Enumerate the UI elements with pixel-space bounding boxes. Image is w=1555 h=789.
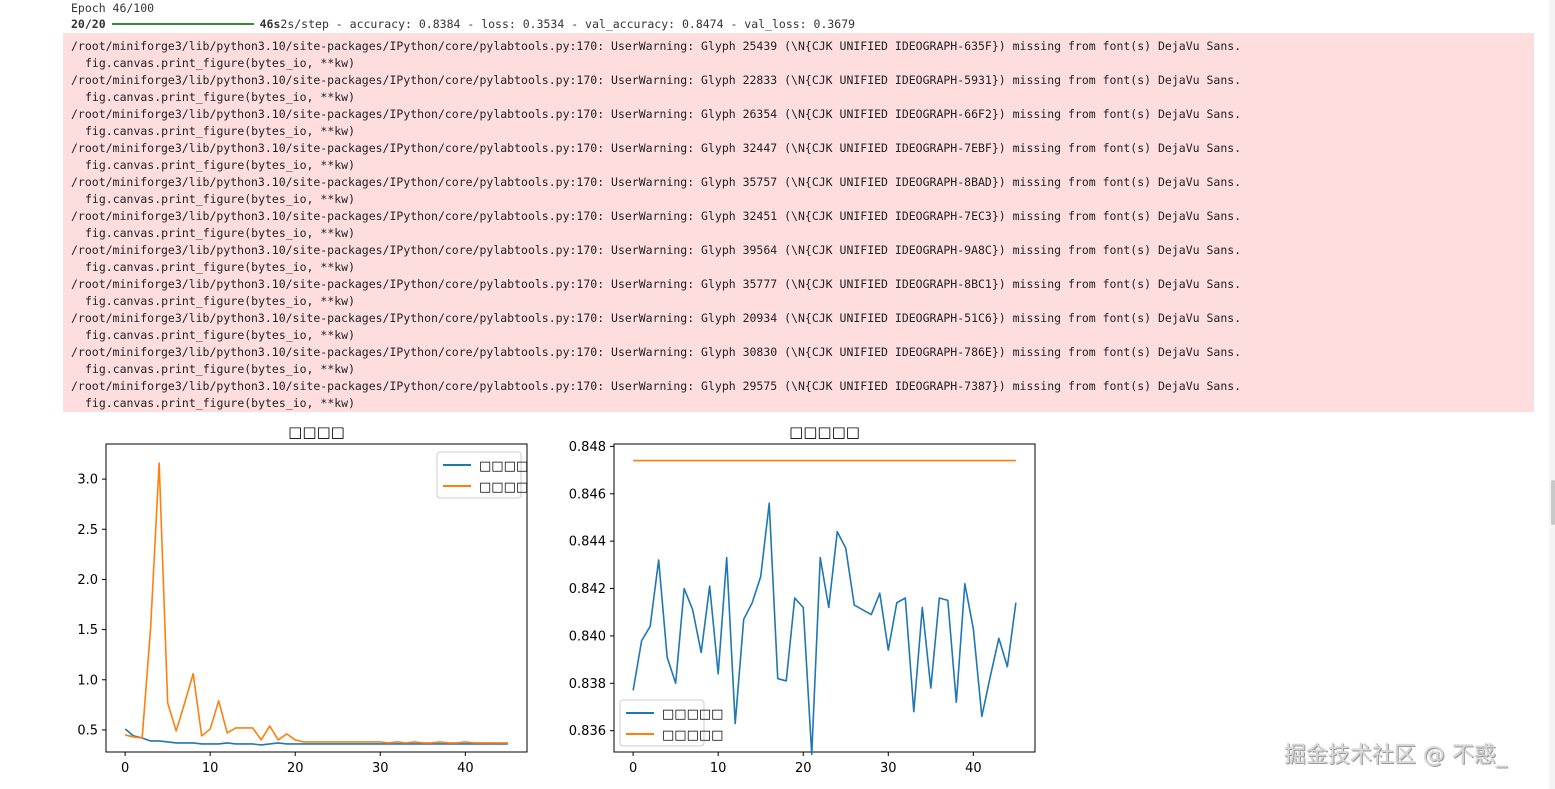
x-tick-label: 30 — [372, 761, 389, 776]
watermark: 掘金技术社区 @ 不惑_ — [1284, 743, 1507, 768]
legend-label: □□□□□ — [662, 728, 723, 743]
training-plots: □□□□0 10 20 30 400.51.01.52.02.53.0□□□□□□□□□… — [77, 423, 1036, 776]
x-tick-label: 40 — [965, 761, 982, 776]
legend-label: □□□□ — [479, 480, 528, 495]
x-tick-label: 10 — [710, 761, 727, 776]
y-tick-label: 2.5 — [77, 523, 98, 538]
x-tick-label: 40 — [457, 761, 474, 776]
plot-title: □□□□□ — [789, 423, 860, 441]
x-tick-label: 30 — [880, 761, 897, 776]
y-tick-label: 0.842 — [569, 582, 606, 597]
y-tick-label: 0.846 — [569, 487, 606, 502]
y-tick-label: 0.848 — [569, 440, 606, 455]
legend-label: □□□□□ — [662, 707, 723, 722]
legend-label: □□□□ — [479, 459, 528, 474]
plot-title: □□□□ — [288, 423, 345, 441]
y-tick-label: 0.838 — [569, 677, 606, 692]
x-tick-label: 20 — [795, 761, 812, 776]
y-tick-label: 1.5 — [77, 623, 98, 638]
y-tick-label: 3.0 — [77, 473, 98, 488]
y-tick-label: 2.0 — [77, 573, 98, 588]
x-tick-label: 0 — [121, 761, 129, 776]
y-tick-label: 0.840 — [569, 629, 606, 644]
y-tick-label: 0.5 — [77, 723, 98, 738]
x-tick-label: 10 — [202, 761, 219, 776]
y-tick-label: 0.836 — [569, 724, 606, 739]
y-tick-label: 1.0 — [77, 673, 98, 688]
x-tick-label: 0 — [629, 761, 637, 776]
x-tick-label: 20 — [287, 761, 304, 776]
y-tick-label: 0.844 — [569, 535, 606, 550]
